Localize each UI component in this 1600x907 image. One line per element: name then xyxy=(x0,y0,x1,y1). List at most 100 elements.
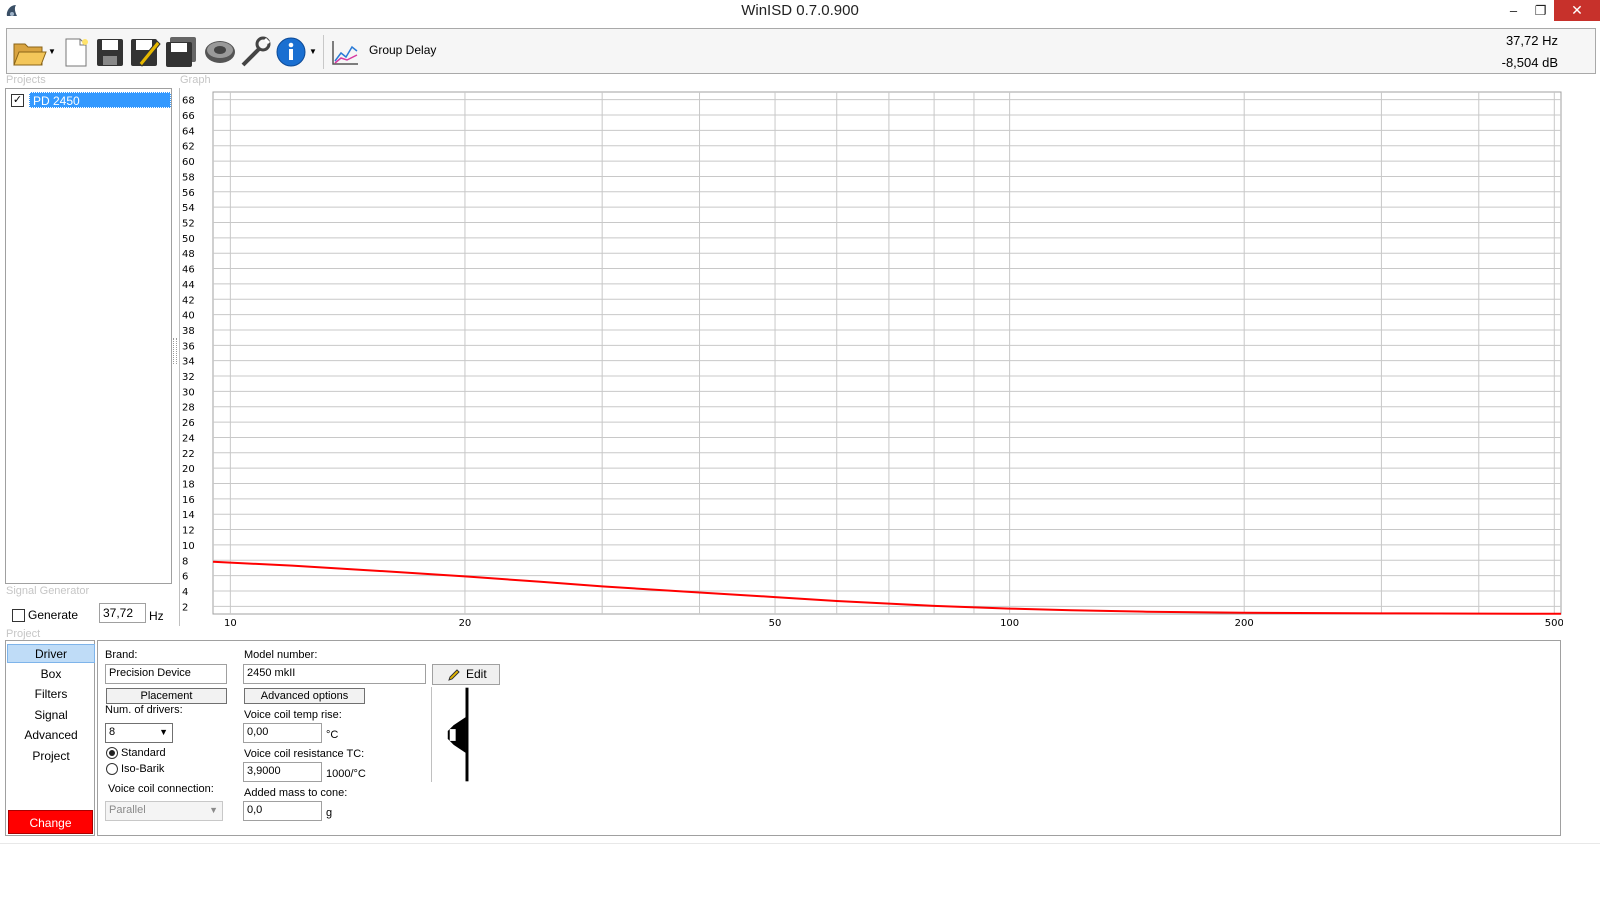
y-tick-label: 56 xyxy=(182,188,195,199)
y-tick-label: 22 xyxy=(182,449,195,460)
pencil-icon xyxy=(448,669,460,681)
project-caption: Project xyxy=(6,628,41,640)
standard-label: Standard xyxy=(121,747,166,759)
added-mass-field[interactable]: 0,0 xyxy=(243,801,322,821)
y-tick-label: 20 xyxy=(182,464,195,475)
cursor-level-readout: -8,504 dB xyxy=(1501,55,1558,70)
status-bar xyxy=(0,843,1600,907)
save-as-icon[interactable] xyxy=(129,35,161,69)
y-tick-label: 36 xyxy=(182,341,195,352)
y-tick-label: 28 xyxy=(182,403,195,414)
standard-radio[interactable] xyxy=(106,747,118,759)
project-label[interactable]: PD 2450 xyxy=(29,92,171,108)
placement-button[interactable]: Placement xyxy=(106,688,227,704)
y-tick-label: 52 xyxy=(182,219,195,230)
y-tick-label: 34 xyxy=(182,357,195,368)
window-title: WinISD 0.7.0.900 xyxy=(741,2,859,19)
driver-icon[interactable] xyxy=(203,35,237,69)
advanced-options-button[interactable]: Advanced options xyxy=(244,688,365,704)
toolbar-separator xyxy=(323,35,324,69)
voice-coil-resistance-tc-label: Voice coil resistance TC: xyxy=(244,748,365,760)
edit-driver-button[interactable]: Edit xyxy=(432,664,500,685)
x-tick-label: 100 xyxy=(1000,618,1019,628)
y-tick-label: 24 xyxy=(182,433,195,444)
edit-label: Edit xyxy=(466,667,487,681)
y-tick-label: 4 xyxy=(182,587,188,598)
y-tick-label: 32 xyxy=(182,372,195,383)
tools-icon[interactable] xyxy=(239,35,273,69)
minimize-button[interactable]: ‒ xyxy=(1500,0,1527,21)
nav-item-driver[interactable]: Driver xyxy=(7,644,95,663)
y-tick-label: 16 xyxy=(182,495,195,506)
y-tick-label: 46 xyxy=(182,265,195,276)
y-tick-label: 42 xyxy=(182,295,195,306)
splitter-handle[interactable] xyxy=(173,338,177,364)
graph-type-icon[interactable] xyxy=(329,35,361,69)
title-bar: WinISD 0.7.0.900 ‒ ❐ ✕ xyxy=(0,0,1600,23)
x-tick-label: 10 xyxy=(224,618,237,628)
voice-coil-connection-label: Voice coil connection: xyxy=(108,783,214,795)
y-tick-label: 66 xyxy=(182,111,195,122)
group-delay-graph[interactable]: 2468101214161820222426283032343638404244… xyxy=(179,88,1563,628)
graph-type-label[interactable]: Group Delay xyxy=(369,43,436,57)
chevron-down-icon: ▼ xyxy=(209,805,218,815)
chevron-down-icon[interactable]: ▼ xyxy=(309,47,317,56)
cursor-frequency-readout: 37,72 Hz xyxy=(1505,33,1558,48)
projects-list: ✓ PD 2450 xyxy=(5,88,172,584)
chevron-down-icon[interactable]: ▼ xyxy=(48,47,56,56)
nav-item-filters[interactable]: Filters xyxy=(7,685,95,704)
y-tick-label: 64 xyxy=(182,126,195,137)
x-tick-label: 200 xyxy=(1235,618,1254,628)
project-checkbox[interactable]: ✓ xyxy=(11,94,24,107)
new-project-icon[interactable] xyxy=(61,35,91,69)
y-tick-label: 60 xyxy=(182,157,195,168)
voice-coil-temp-rise-label: Voice coil temp rise: xyxy=(244,709,342,721)
project-nav: Driver Box Filters Signal Advanced Proje… xyxy=(5,640,95,836)
nav-item-box[interactable]: Box xyxy=(7,665,95,684)
driver-cross-section-icon xyxy=(431,687,469,782)
y-tick-label: 10 xyxy=(182,541,195,552)
signal-generator-caption: Signal Generator xyxy=(6,585,90,597)
isobarik-radio[interactable] xyxy=(106,763,118,775)
y-tick-label: 8 xyxy=(182,556,188,567)
y-tick-label: 50 xyxy=(182,234,195,245)
plot-area xyxy=(212,91,1562,615)
y-tick-label: 30 xyxy=(182,387,195,398)
info-icon[interactable] xyxy=(274,35,308,69)
x-tick-label: 20 xyxy=(459,618,472,628)
signal-frequency-input[interactable]: 37,72 xyxy=(99,603,146,623)
change-button[interactable]: Change xyxy=(8,810,93,834)
save-all-icon[interactable] xyxy=(164,35,198,69)
y-tick-label: 68 xyxy=(182,96,195,107)
y-tick-label: 14 xyxy=(182,510,195,521)
toolbar: ▼ ▼ Group Delay xyxy=(6,28,1596,74)
close-button[interactable]: ✕ xyxy=(1554,0,1600,21)
voice-coil-resistance-tc-field[interactable]: 3,9000 xyxy=(243,762,322,782)
model-number-field[interactable]: 2450 mkII xyxy=(243,664,426,684)
model-number-label: Model number: xyxy=(244,649,318,661)
y-tick-label: 12 xyxy=(182,526,195,537)
x-tick-label: 50 xyxy=(769,618,782,628)
nav-item-signal[interactable]: Signal xyxy=(7,706,95,725)
generate-checkbox[interactable] xyxy=(12,609,25,622)
y-tick-label: 38 xyxy=(182,326,195,337)
nav-item-advanced[interactable]: Advanced xyxy=(7,726,95,745)
y-tick-label: 48 xyxy=(182,249,195,260)
added-mass-label: Added mass to cone: xyxy=(244,787,348,799)
projects-caption: Projects xyxy=(6,74,46,86)
voice-coil-temp-rise-field[interactable]: 0,00 xyxy=(243,723,322,743)
y-tick-label: 58 xyxy=(182,172,195,183)
num-drivers-select[interactable]: 8 ▼ xyxy=(105,723,173,743)
voice-coil-connection-select[interactable]: Parallel ▼ xyxy=(105,801,223,821)
temp-rise-unit: °C xyxy=(326,729,339,741)
brand-field[interactable]: Precision Device xyxy=(105,664,227,684)
y-tick-label: 26 xyxy=(182,418,195,429)
save-icon[interactable] xyxy=(95,35,125,69)
nav-item-project[interactable]: Project xyxy=(7,747,95,766)
restore-button[interactable]: ❐ xyxy=(1527,0,1554,21)
generate-label: Generate xyxy=(28,608,79,622)
open-folder-icon[interactable] xyxy=(11,35,47,69)
chevron-down-icon: ▼ xyxy=(159,727,168,737)
y-tick-label: 62 xyxy=(182,142,195,153)
list-item[interactable]: ✓ PD 2450 xyxy=(9,92,171,108)
